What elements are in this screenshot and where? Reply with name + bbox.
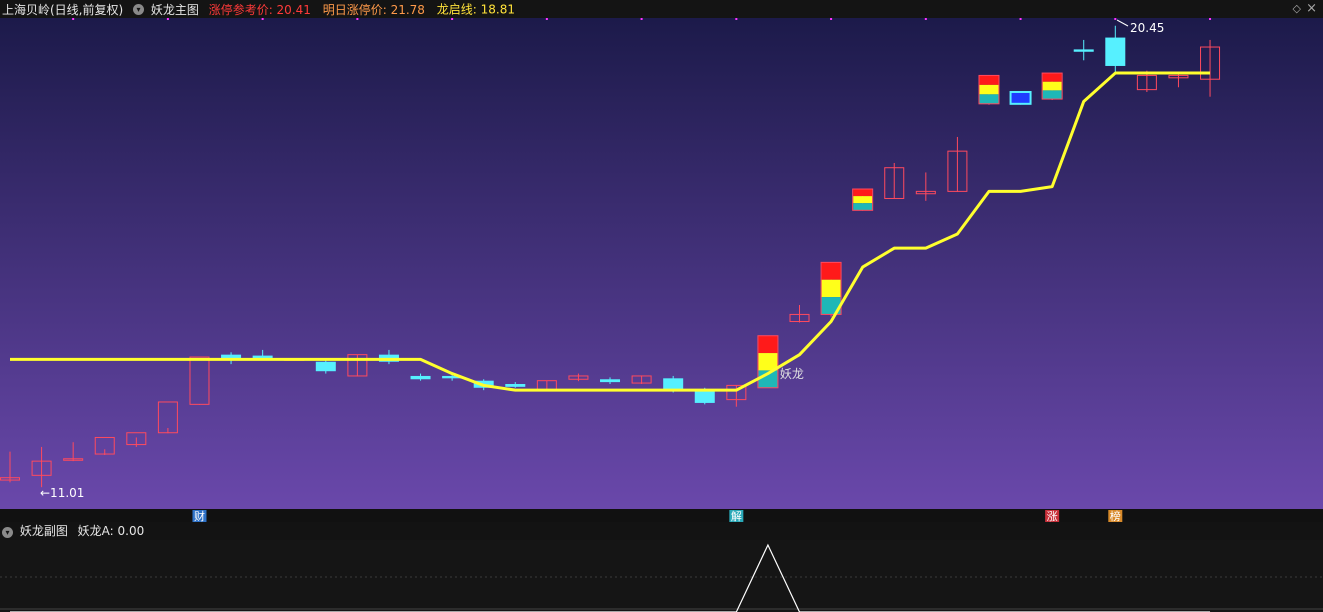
event-tag-label: 榜 [1110,509,1121,523]
top-dot [1114,18,1117,20]
sub-chart-header: ▾ 妖龙副图 妖龙A: 0.00 [0,522,144,540]
top-dot [72,18,75,20]
top-dot [356,18,359,20]
candle-body-red [1042,73,1062,82]
candle-body-yellow [758,353,778,371]
event-tag-label: 解 [731,509,742,523]
candle-body-down [600,379,621,383]
candle-body-cyan [853,203,873,211]
top-dot [261,18,264,20]
diamond-icon[interactable]: ◇ [1293,0,1301,18]
close-icon[interactable]: × [1306,0,1317,18]
candle-body-down [410,375,431,380]
candle-body-highlight [1009,90,1032,105]
candle-body-down [1073,49,1094,52]
candle-body-down [663,378,684,391]
candle-body-down [505,383,526,387]
sub-indicator-value: 妖龙A: 0.00 [77,524,145,538]
top-dot [166,18,169,20]
candle-body-yellow [853,196,873,204]
candle-body-yellow [1042,81,1062,91]
top-dot [735,18,738,20]
candle-body-down [694,390,715,403]
top-dot [545,18,548,20]
top-dot [1209,18,1212,20]
top-dot [830,18,833,20]
candle-body-down [315,361,336,372]
top-dot [924,18,927,20]
candle-body-down [1105,37,1126,66]
signal-label: 妖龙 [780,367,804,381]
stock-title: 上海贝岭(日线,前复权) [2,2,124,17]
limit-ref-price: 涨停参考价: 20.41 [208,2,311,17]
sub-chart-name[interactable]: 妖龙副图 [20,524,68,538]
chevron-down-icon[interactable]: ▾ [2,527,13,538]
high-price-label: 20.45 [1130,21,1164,35]
candle-body-yellow [979,84,999,95]
event-tag-label: 财 [194,509,205,523]
candle-body-red [758,335,778,354]
event-tag-label: 涨 [1047,510,1058,523]
top-dot [451,18,454,20]
top-dot [640,18,643,20]
low-price-label: ←11.01 [40,486,84,500]
kline-chart[interactable]: ←11.01 20.45 妖龙 财 解 涨 榜 [0,18,1323,612]
next-limit-price: 明日涨停价: 21.78 [322,2,425,17]
sub-chart-background [0,540,1323,612]
candle-body-red [979,75,999,85]
top-dot [1019,18,1022,20]
candle-body-yellow [821,279,841,298]
candle-body-red [821,262,841,280]
chevron-down-icon[interactable]: ▾ [133,4,145,15]
candle-body-cyan [979,94,999,104]
main-indicator-name[interactable]: 妖龙主图 [151,3,199,17]
candle-body-red [853,189,873,197]
main-chart-background [0,18,1323,509]
chart-header: 上海贝岭(日线,前复权) ▾ 妖龙主图 涨停参考价: 20.41 明日涨停价: … [0,0,1323,18]
candle-body-cyan [1042,90,1062,100]
dragon-line-value: 龙启线: 18.81 [436,2,515,17]
